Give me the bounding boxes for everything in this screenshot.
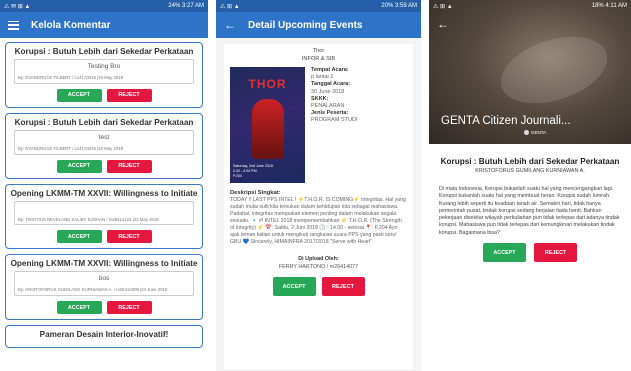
comment-card: Opening LKMM-TM XXVII: Willingness to In… bbox=[5, 183, 203, 250]
back-arrow-icon[interactable]: ← bbox=[224, 19, 236, 31]
hero-photo-detail bbox=[492, 24, 616, 116]
reject-button[interactable]: REJECT bbox=[106, 230, 152, 244]
menu-icon[interactable] bbox=[8, 20, 19, 30]
uploader-label: Di Upload Oleh: bbox=[298, 256, 339, 263]
source-logo-icon bbox=[524, 130, 529, 135]
battery-time: 18% 4:11 AM bbox=[591, 3, 627, 9]
comment-box: By: TIMOTIUS REVELAND SALIBY DJOHAN / m2… bbox=[14, 200, 194, 226]
reject-button[interactable]: REJECT bbox=[106, 301, 152, 315]
participant-label: Jenis Peserta: bbox=[311, 109, 349, 116]
comment-text: Testing Bro bbox=[87, 63, 121, 70]
comment-box: Testing Bro By: EVANGRUCE FILBERT / c141… bbox=[14, 59, 194, 84]
comment-text bbox=[18, 205, 190, 214]
description-label: Deskripsi Singkat: bbox=[230, 190, 281, 197]
date-label: Tanggal Acara: bbox=[311, 81, 351, 88]
comment-card: Opening LKMM-TM XXVII: Willingness to In… bbox=[5, 254, 203, 321]
comment-card: Korupsi : Butuh Lebih dari Sekedar Perka… bbox=[5, 112, 203, 179]
hero-source: GENTA bbox=[524, 130, 546, 135]
comment-author: By: TIMOTIUS REVELAND SALIBY DJOHAN / m2… bbox=[18, 216, 159, 222]
accept-button[interactable]: ACCEPT bbox=[483, 243, 526, 263]
date-value: 30 June 2018 bbox=[311, 88, 345, 95]
status-bar: ⚠ ⊞ ▲ 18% 4:11 AM bbox=[429, 0, 631, 12]
comment-text: test bbox=[98, 133, 110, 141]
screen-detail-upcoming-events: ⚠ ⊞ ▲ 20% 3:59 AM ← Detail Upcoming Even… bbox=[216, 0, 421, 371]
venue-label: Tempat Acara: bbox=[311, 67, 349, 74]
reject-button[interactable]: REJECT bbox=[534, 243, 577, 263]
battery-time: 24% 3:27 AM bbox=[168, 3, 204, 9]
article-title: Korupsi : Butuh Lebih dari Sekedar Perka… bbox=[14, 117, 194, 127]
comment-card: Korupsi : Butuh Lebih dari Sekedar Perka… bbox=[5, 42, 203, 108]
screen-article-detail: ⚠ ⊞ ▲ 18% 4:11 AM ← GENTA Citizen Journa… bbox=[429, 0, 631, 371]
article-title: Opening LKMM-TM XXVII: Willingness to In… bbox=[10, 188, 198, 198]
reject-button[interactable]: REJECT bbox=[106, 88, 152, 102]
comment-box: test By: EVANGRUCE FILBERT / c14170015 |… bbox=[14, 129, 194, 155]
comment-author: By: EVANGRUCE FILBERT / c14170015 |19 Ma… bbox=[18, 145, 124, 151]
app-bar: ← Detail Upcoming Events bbox=[216, 12, 421, 38]
poster-title: THOR bbox=[248, 77, 287, 92]
battery-time: 20% 3:59 AM bbox=[381, 3, 417, 9]
event-info: Tempat Acara: p lantai 2 Tanggal Acara: … bbox=[311, 67, 407, 183]
page-title: Detail Upcoming Events bbox=[248, 19, 363, 31]
article-title: Korupsi : Butuh Lebih dari Sekedar Perka… bbox=[440, 157, 620, 166]
comment-text: bos bbox=[98, 275, 110, 283]
poster-figure bbox=[252, 99, 284, 160]
status-bar: ⚠ ✉ ⊞ ▲ 24% 3:27 AM bbox=[0, 0, 208, 12]
comment-author: By: KRISTOFORUS GUMILANG KURNIAWAN A. / … bbox=[18, 287, 168, 293]
article-body: Di mata Indonesia, Korupsi bukanlah suat… bbox=[439, 186, 620, 236]
article-title: Opening LKMM-TM XXVII: Willingness to In… bbox=[10, 259, 198, 269]
event-name: Thor bbox=[312, 48, 325, 54]
article-title: Korupsi : Butuh Lebih dari Sekedar Perka… bbox=[14, 47, 194, 56]
comment-box: bos By: KRISTOFORUS GUMILANG KURNIAWAN A… bbox=[14, 271, 194, 297]
page-title: Kelola Komentar bbox=[31, 19, 111, 31]
article-hero-image: ⚠ ⊞ ▲ 18% 4:11 AM ← GENTA Citizen Journa… bbox=[429, 0, 631, 144]
reject-button[interactable]: REJECT bbox=[321, 277, 365, 297]
hero-title: GENTA Citizen Journali... bbox=[441, 115, 571, 127]
description-text: TODAY ‼ LAST PPS INTEL ! ⚡T.H.O.R. IS CO… bbox=[230, 197, 406, 246]
hero-source-label: GENTA bbox=[531, 130, 547, 135]
notification-icons: ⚠ ⊞ ▲ bbox=[433, 3, 453, 10]
accept-button[interactable]: ACCEPT bbox=[56, 159, 102, 173]
reject-button[interactable]: REJECT bbox=[106, 159, 152, 173]
event-detail-card: Thor INFOR & SIB THOR Saturday, 2nd June… bbox=[224, 44, 413, 369]
venue-value: p lantai 2 bbox=[311, 74, 334, 81]
event-organizer: INFOR & SIB bbox=[301, 55, 336, 62]
skkk-label: SKKK: bbox=[311, 95, 329, 102]
uploader-name: FERRY HARTONO / m26414077 bbox=[278, 263, 359, 270]
comment-card: Pameran Desain Interior-Inovatif! bbox=[5, 325, 203, 349]
notification-icons: ⚠ ✉ ⊞ ▲ bbox=[4, 3, 31, 10]
skkk-value: PENALARAN bbox=[311, 102, 345, 109]
accept-button[interactable]: ACCEPT bbox=[56, 301, 102, 315]
back-arrow-icon[interactable]: ← bbox=[437, 17, 449, 31]
comment-list: Korupsi : Butuh Lebih dari Sekedar Perka… bbox=[0, 38, 208, 357]
poster-footer: Saturday, 2nd June 2018 2.00 - 4.00 PM P… bbox=[233, 164, 273, 179]
notification-icons: ⚠ ⊞ ▲ bbox=[220, 3, 240, 10]
comment-author: By: EVANGRUCE FILBERT / c14170015 |19 Ma… bbox=[18, 75, 124, 80]
accept-button[interactable]: ACCEPT bbox=[56, 88, 102, 102]
accept-button[interactable]: ACCEPT bbox=[272, 277, 316, 297]
article-title: Pameran Desain Interior-Inovatif! bbox=[39, 330, 169, 340]
screen-kelola-komentar: ⚠ ✉ ⊞ ▲ 24% 3:27 AM Kelola Komentar Koru… bbox=[0, 0, 208, 371]
accept-button[interactable]: ACCEPT bbox=[56, 230, 102, 244]
article-author: KRISTOFORUS GUMILANG KURNIAWAN A. bbox=[475, 168, 585, 174]
status-bar: ⚠ ⊞ ▲ 20% 3:59 AM bbox=[216, 0, 421, 12]
app-bar: Kelola Komentar bbox=[0, 12, 208, 38]
participant-value: PROGRAM STUDI bbox=[311, 117, 358, 124]
event-poster-image: THOR Saturday, 2nd June 2018 2.00 - 4.00… bbox=[230, 67, 305, 184]
